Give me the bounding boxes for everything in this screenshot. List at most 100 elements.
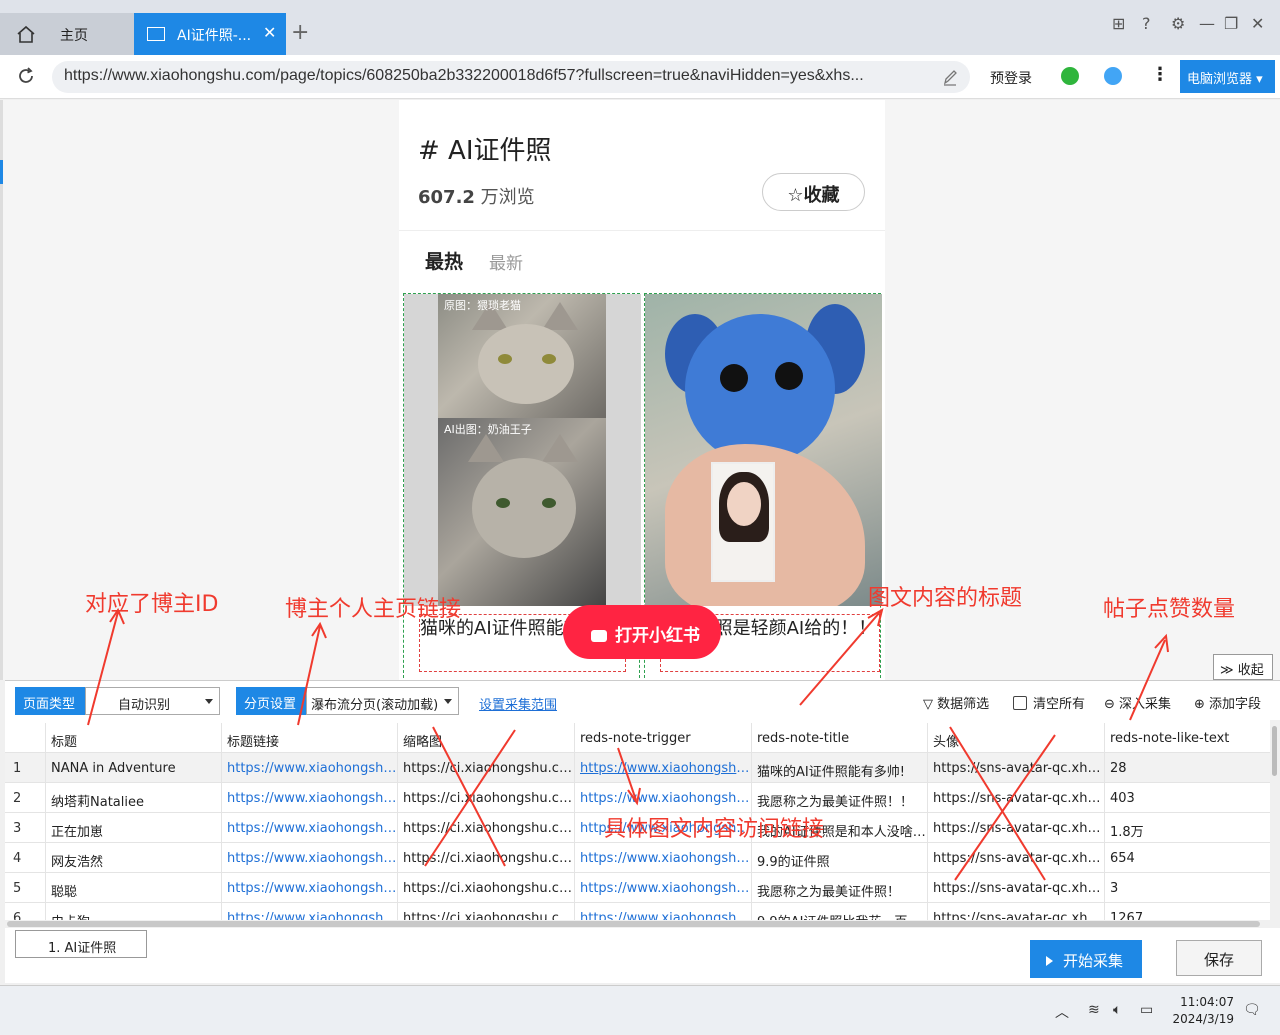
- close-window-icon[interactable]: ✕: [1251, 14, 1264, 33]
- add-field-button[interactable]: ⊕ 添加字段: [1194, 693, 1261, 712]
- table-cell[interactable]: https://ci.xiaohongshu.com/spectrum/1040: [397, 843, 574, 873]
- wifi-icon[interactable]: ≋: [1088, 1002, 1100, 1018]
- table-cell[interactable]: https://www.xiaohongshu.com/user/profile…: [221, 753, 397, 783]
- table-cell[interactable]: 9.9的AI证件照比我花一百: [751, 903, 927, 920]
- table-cell[interactable]: 我愿称之为最美证件照！: [751, 873, 927, 903]
- open-app-label: 打开小红书: [615, 626, 700, 646]
- minimize-icon[interactable]: —: [1199, 14, 1215, 33]
- table-cell[interactable]: 654: [1104, 843, 1270, 873]
- table-cell[interactable]: https://www.xiaohongshu.com/user/profile…: [221, 843, 397, 873]
- table-cell[interactable]: https://ci.xiaohongshu.com/spectrum/1040: [397, 783, 574, 813]
- notification-icon[interactable]: 🗨︎: [1243, 1002, 1261, 1018]
- column-header[interactable]: reds-note-like-text: [1104, 723, 1270, 753]
- column-header[interactable]: 头像: [927, 723, 1104, 753]
- volume-icon[interactable]: 🔈︎: [1113, 1002, 1121, 1018]
- save-button[interactable]: 保存: [1176, 940, 1262, 976]
- table-cell[interactable]: https://sns-avatar-qc.xhscdn.com/avatar: [927, 873, 1104, 903]
- table-cell[interactable]: 史卡狗: [45, 903, 221, 920]
- reload-icon[interactable]: [16, 66, 36, 86]
- table-cell[interactable]: https://ci.xiaohongshu.com/spectrum/1040: [397, 813, 574, 843]
- taskbar: ︿ ≋ 🔈︎ ▭ 11:04:07 2024/3/19 🗨︎: [0, 985, 1280, 1035]
- filter-button[interactable]: ▽ 数据筛选: [923, 693, 989, 712]
- horizontal-scrollbar[interactable]: [7, 921, 1260, 927]
- maximize-icon[interactable]: ❐: [1224, 14, 1238, 33]
- column-header[interactable]: 缩略图: [397, 723, 574, 753]
- table-cell[interactable]: https://ci.xiaohongshu.com/spectrum/1040: [397, 903, 574, 920]
- table-cell[interactable]: 28: [1104, 753, 1270, 783]
- extension-green-icon[interactable]: [1061, 67, 1079, 85]
- table-cell[interactable]: https://www.xiaohongshu.com/user/profile…: [221, 903, 397, 920]
- favorite-button[interactable]: ☆收藏: [762, 173, 865, 211]
- table-cell[interactable]: 正在加崽: [45, 813, 221, 843]
- table-cell[interactable]: 1267: [1104, 903, 1270, 920]
- table-cell[interactable]: 纳塔莉Nataliee: [45, 783, 221, 813]
- table-cell[interactable]: https://www.xiaohongshu.com/discovery/it…: [574, 753, 751, 783]
- column-header[interactable]: reds-note-title: [751, 723, 927, 753]
- new-tab-button[interactable]: +: [291, 22, 309, 44]
- table-cell[interactable]: https://www.xiaohongshu.com/discovery/it…: [574, 873, 751, 903]
- table-cell[interactable]: 猫咪的AI证件照能有多帅!: [751, 753, 927, 783]
- table-cell[interactable]: 403: [1104, 783, 1270, 813]
- gear-icon[interactable]: ⚙: [1171, 14, 1185, 33]
- table-cell[interactable]: https://sns-avatar-qc.xhscdn.com/avatar: [927, 843, 1104, 873]
- table-cell[interactable]: 聪聪: [45, 873, 221, 903]
- table-cell[interactable]: https://sns-avatar-qc.xhscdn.com/avatar: [927, 903, 1104, 920]
- table-row[interactable]: 1 NANA in Adventure https://www.xiaohongsh…: [5, 753, 1270, 783]
- clear-all-button[interactable]: 清空所有: [1013, 693, 1085, 712]
- clock[interactable]: 11:04:07 2024/3/19: [1170, 994, 1234, 1028]
- page-type-select[interactable]: 自动识别: [85, 687, 220, 715]
- table-row[interactable]: 4 网友浩然https://www.xiaohongshu.com/user/pr…: [5, 843, 1270, 873]
- chevron-up-icon[interactable]: ︿: [1055, 1002, 1069, 1022]
- table-cell[interactable]: https://ci.xiaohongshu.com/spectrum/1040: [397, 873, 574, 903]
- table-cell[interactable]: NANA in Adventure: [45, 753, 221, 783]
- collapse-button[interactable]: ≫ 收起: [1213, 654, 1273, 680]
- gift-icon[interactable]: ⊞: [1112, 14, 1125, 33]
- table-cell[interactable]: 网友浩然: [45, 843, 221, 873]
- tab-home[interactable]: 主页: [0, 13, 134, 55]
- pencil-icon[interactable]: [942, 68, 958, 86]
- vertical-scrollbar[interactable]: [1272, 726, 1277, 776]
- table-cell[interactable]: https://www.xiaohongshu.com/discovery/it…: [574, 783, 751, 813]
- table-cell[interactable]: 我愿称之为最美证件照！！: [751, 783, 927, 813]
- table-cell[interactable]: 1.8万: [1104, 813, 1270, 843]
- table-header: 标题 标题链接 缩略图 reds-note-trigger reds-note-…: [5, 723, 1270, 753]
- more-menu-icon[interactable]: ⋮: [1151, 64, 1169, 85]
- sheet-tab[interactable]: 1. AI证件照: [15, 930, 147, 958]
- tab-ai-id-photo[interactable]: AI证件照-... ✕: [134, 13, 286, 55]
- url-field[interactable]: https://www.xiaohongshu.com/page/topics/…: [52, 61, 970, 93]
- table-cell[interactable]: https://www.xiaohongshu.com/user/profile…: [221, 873, 397, 903]
- annotation-like-count: 帖子点赞数量: [1103, 597, 1236, 622]
- play-icon: [1046, 956, 1053, 966]
- pc-browser-button[interactable]: 电脑浏览器 ▾: [1180, 60, 1275, 93]
- table-cell[interactable]: https://sns-avatar-qc.xhscdn.com/avatar: [927, 783, 1104, 813]
- deep-collect-button[interactable]: ⊖ 深入采集: [1104, 693, 1171, 712]
- cover-image-cats: 原图：猥琐老猫 AI出图：奶油王子: [438, 294, 606, 606]
- start-collect-button[interactable]: 开始采集: [1030, 940, 1142, 978]
- table-row[interactable]: 5 聪聪https://www.xiaohongshu.com/user/prof…: [5, 873, 1270, 903]
- extension-blue-icon[interactable]: [1104, 67, 1122, 85]
- table-cell[interactable]: https://www.xiaohongshu.com/discovery/it…: [574, 903, 751, 920]
- tab-hot[interactable]: 最热: [425, 247, 463, 274]
- paging-select[interactable]: 瀑布流分页(滚动加载): [306, 687, 459, 715]
- table-cell[interactable]: https://www.xiaohongshu.com/discovery/it…: [574, 843, 751, 873]
- pre-login-button[interactable]: 预登录: [990, 68, 1032, 88]
- set-range-link[interactable]: 设置采集范围: [479, 694, 557, 713]
- table-cell[interactable]: https://sns-avatar-qc.xhscdn.com/avatar: [927, 753, 1104, 783]
- open-app-button[interactable]: 打开小红书: [563, 605, 721, 659]
- table-cell[interactable]: 9.9的证件照: [751, 843, 927, 873]
- column-header[interactable]: 标题链接: [221, 723, 397, 753]
- table-cell[interactable]: https://www.xiaohongshu.com/user/profile…: [221, 813, 397, 843]
- column-header[interactable]: reds-note-trigger: [574, 723, 751, 753]
- battery-icon[interactable]: ▭: [1140, 1002, 1153, 1018]
- table-cell[interactable]: 3: [1104, 873, 1270, 903]
- table-row[interactable]: 6 史卡狗https://www.xiaohongshu.com/user/pro…: [5, 903, 1270, 920]
- help-icon[interactable]: ?: [1142, 14, 1151, 33]
- close-tab-icon[interactable]: ✕: [263, 23, 276, 42]
- row-number: 2: [13, 791, 22, 806]
- column-header[interactable]: 标题: [45, 723, 221, 753]
- table-row[interactable]: 2纳塔莉Natalieehttps://www.xiaohongshu.com/…: [5, 783, 1270, 813]
- table-cell[interactable]: https://www.xiaohongshu.com/user/profile…: [221, 783, 397, 813]
- tab-new[interactable]: 最新: [489, 249, 523, 274]
- table-cell[interactable]: https://sns-avatar-qc.xhscdn.com/avatar: [927, 813, 1104, 843]
- table-cell[interactable]: https://ci.xiaohongshu.com/spectrum/1040: [397, 753, 574, 783]
